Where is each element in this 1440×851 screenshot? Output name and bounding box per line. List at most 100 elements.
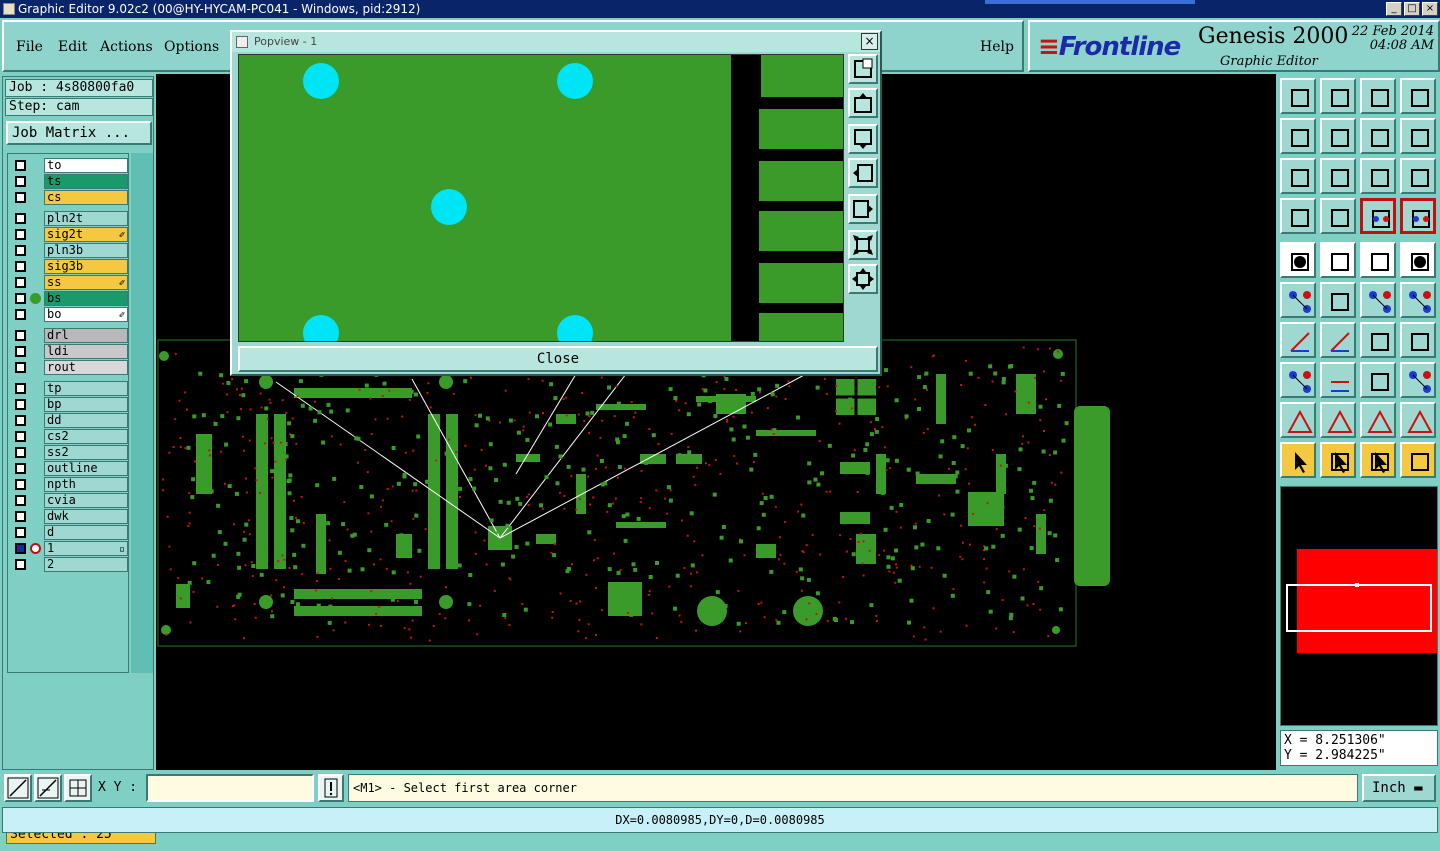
zoom-home-tool-button[interactable]: [1280, 78, 1316, 114]
job-matrix-button[interactable]: Job Matrix ...: [6, 121, 152, 145]
mirror-tool-button[interactable]: [1400, 118, 1436, 154]
scale-1-2-tool-button[interactable]: [1360, 158, 1396, 194]
layer-name[interactable]: tp: [44, 381, 128, 396]
alert-button[interactable]: [318, 774, 344, 802]
layer-name[interactable]: outline: [44, 461, 128, 476]
layer-checkbox[interactable]: [15, 293, 26, 304]
popview-pan-right-button[interactable]: [848, 194, 878, 224]
layer-name[interactable]: dwk: [44, 509, 128, 524]
zoom-fit-tool-button[interactable]: [1400, 78, 1436, 114]
layer-row-sig3b[interactable]: sig3b: [10, 259, 128, 274]
layer-checkbox[interactable]: [15, 261, 26, 272]
layer-name[interactable]: cs: [44, 190, 128, 205]
zoom-prev-tool-button[interactable]: [1320, 78, 1356, 114]
layer-row-bp[interactable]: bp: [10, 397, 128, 412]
measure-mode-button[interactable]: [34, 774, 62, 802]
fork-tool-button[interactable]: [1400, 322, 1436, 358]
popview-pan-down-button[interactable]: [848, 124, 878, 154]
cross-tool-button[interactable]: [1320, 282, 1356, 318]
popview-pan-left-button[interactable]: [848, 158, 878, 188]
connect-points-tool-button[interactable]: [1280, 282, 1316, 318]
snap-mode-button[interactable]: [4, 774, 32, 802]
layer-name[interactable]: dd: [44, 413, 128, 428]
layer-row-ldi[interactable]: ldi: [10, 344, 128, 359]
layer-name[interactable]: sig3b: [44, 259, 128, 274]
layer-name[interactable]: bs: [44, 291, 128, 306]
layer-row-1[interactable]: 1 ▫: [10, 541, 128, 556]
unit-selector[interactable]: Inch ▬: [1362, 774, 1436, 802]
layer-checkbox[interactable]: [15, 383, 26, 394]
net-display-tool-button[interactable]: [1400, 198, 1436, 234]
popview-zoom-home-button[interactable]: [848, 54, 878, 84]
layer-name[interactable]: 2: [44, 557, 128, 572]
layer-name[interactable]: bo ✐: [44, 307, 128, 322]
layer-display-tool-button[interactable]: [1360, 198, 1396, 234]
layer-row-cs2[interactable]: cs2: [10, 429, 128, 444]
layer-row-tp[interactable]: tp: [10, 381, 128, 396]
layer-name[interactable]: drl: [44, 328, 128, 343]
grid-mode-button[interactable]: [64, 774, 92, 802]
layer-checkbox[interactable]: [15, 176, 26, 187]
layer-row-npth[interactable]: npth: [10, 477, 128, 492]
triangle-1-tool-button[interactable]: [1280, 402, 1316, 438]
layer-checkbox[interactable]: [15, 463, 26, 474]
layer-name[interactable]: sig2t ✐: [44, 227, 128, 242]
popview-canvas[interactable]: [238, 54, 844, 342]
layer-name[interactable]: ldi: [44, 344, 128, 359]
move-point-tool-button[interactable]: [1360, 282, 1396, 318]
pointer-tool-button[interactable]: [1280, 442, 1316, 478]
pan-right-tool-button[interactable]: [1320, 118, 1356, 154]
grid-tool-button[interactable]: [1320, 198, 1356, 234]
menu-options[interactable]: Options: [164, 39, 219, 55]
pan-left-tool-button[interactable]: [1280, 118, 1316, 154]
pointer-box-tool-button[interactable]: [1320, 442, 1356, 478]
layer-name[interactable]: to: [44, 158, 128, 173]
menu-actions[interactable]: Actions: [100, 39, 153, 55]
layer-checkbox[interactable]: [15, 213, 26, 224]
measure-box-tool-button[interactable]: [1360, 362, 1396, 398]
layer-name[interactable]: pln2t: [44, 211, 128, 226]
layer-checkbox[interactable]: [15, 229, 26, 240]
layer-checkbox[interactable]: [15, 309, 26, 320]
select-line-tool-button[interactable]: [1320, 242, 1356, 278]
ruler-tool-button[interactable]: [1360, 242, 1396, 278]
layer-name[interactable]: ss2: [44, 445, 128, 460]
angle-tool-button[interactable]: [1280, 322, 1316, 358]
layer-checkbox[interactable]: [15, 399, 26, 410]
layer-row-ss[interactable]: ss ✐: [10, 275, 128, 290]
layer-row-bo[interactable]: bo ✐: [10, 307, 128, 322]
layer-row-to[interactable]: to: [10, 158, 128, 173]
layer-row-cs[interactable]: cs: [10, 190, 128, 205]
minimize-button[interactable]: _: [1386, 2, 1402, 16]
layer-row-pln2t[interactable]: pln2t: [10, 211, 128, 226]
layer-row-drl[interactable]: drl: [10, 328, 128, 343]
layer-checkbox[interactable]: [15, 495, 26, 506]
group-tool-button[interactable]: [1400, 362, 1436, 398]
layer-row-bs[interactable]: bs: [10, 291, 128, 306]
zoom-in-tool-button[interactable]: [1280, 158, 1316, 194]
layer-row-2[interactable]: 2: [10, 557, 128, 572]
layer-name[interactable]: ts: [44, 174, 128, 189]
popview-close-button[interactable]: Close: [238, 346, 878, 372]
layer-row-ts[interactable]: ts: [10, 174, 128, 189]
triangle-2-tool-button[interactable]: [1320, 402, 1356, 438]
menu-help[interactable]: Help: [980, 39, 1014, 55]
layer-checkbox[interactable]: [15, 362, 26, 373]
layer-checkbox[interactable]: [15, 447, 26, 458]
rotate-tool-button[interactable]: [1360, 118, 1396, 154]
triangle-3-tool-button[interactable]: [1360, 402, 1396, 438]
layer-row-dd[interactable]: dd: [10, 413, 128, 428]
layer-row-cvia[interactable]: cvia: [10, 493, 128, 508]
layer-checkbox[interactable]: [15, 559, 26, 570]
popview-zoom-in-button[interactable]: [848, 230, 878, 260]
menu-file[interactable]: File: [16, 39, 43, 55]
layer-checkbox[interactable]: [15, 527, 26, 538]
home-tool-button[interactable]: [1360, 78, 1396, 114]
layer-name[interactable]: ss ✐: [44, 275, 128, 290]
properties-tool-button[interactable]: [1280, 198, 1316, 234]
layer-row-rout[interactable]: rout: [10, 360, 128, 375]
layer-name[interactable]: d: [44, 525, 128, 540]
overview-map[interactable]: [1280, 486, 1439, 726]
arc-tool-button[interactable]: [1360, 322, 1396, 358]
layer-list-scrollbar[interactable]: [131, 153, 153, 673]
